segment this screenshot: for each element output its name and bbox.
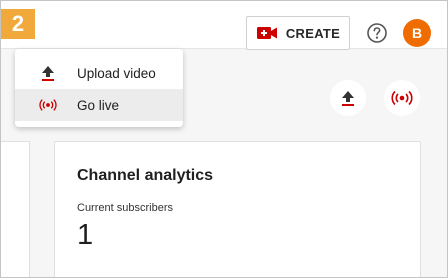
create-button[interactable]: CREATE — [246, 16, 350, 50]
top-app-bar: 2 CREATE B — [1, 1, 447, 50]
menu-item-upload-video[interactable]: Upload video — [15, 57, 183, 89]
menu-item-label: Go live — [77, 97, 120, 113]
create-video-icon — [256, 24, 278, 42]
go-live-icon — [391, 90, 413, 106]
menu-item-label: Upload video — [77, 65, 156, 81]
menu-item-go-live[interactable]: Go live — [15, 89, 183, 121]
screen-frame: 2 CREATE B Upload video Go live Channel … — [0, 0, 448, 278]
card-title: Channel analytics — [77, 167, 214, 184]
go-live-icon — [39, 97, 57, 113]
create-button-label: CREATE — [285, 25, 341, 41]
channel-analytics-card: Channel analytics Current subscribers 1 — [54, 141, 421, 277]
create-dropdown-menu: Upload video Go live — [15, 49, 183, 127]
upload-icon — [39, 65, 57, 81]
upload-video-button[interactable] — [330, 80, 366, 116]
account-avatar[interactable]: B — [403, 19, 431, 47]
current-subscribers-count: 1 — [77, 219, 94, 251]
go-live-button[interactable] — [384, 80, 420, 116]
upload-icon — [342, 91, 354, 106]
step-number-badge: 2 — [1, 9, 35, 39]
current-subscribers-label: Current subscribers — [77, 202, 173, 214]
help-icon[interactable] — [366, 22, 388, 44]
left-dashboard-card — [1, 141, 30, 277]
